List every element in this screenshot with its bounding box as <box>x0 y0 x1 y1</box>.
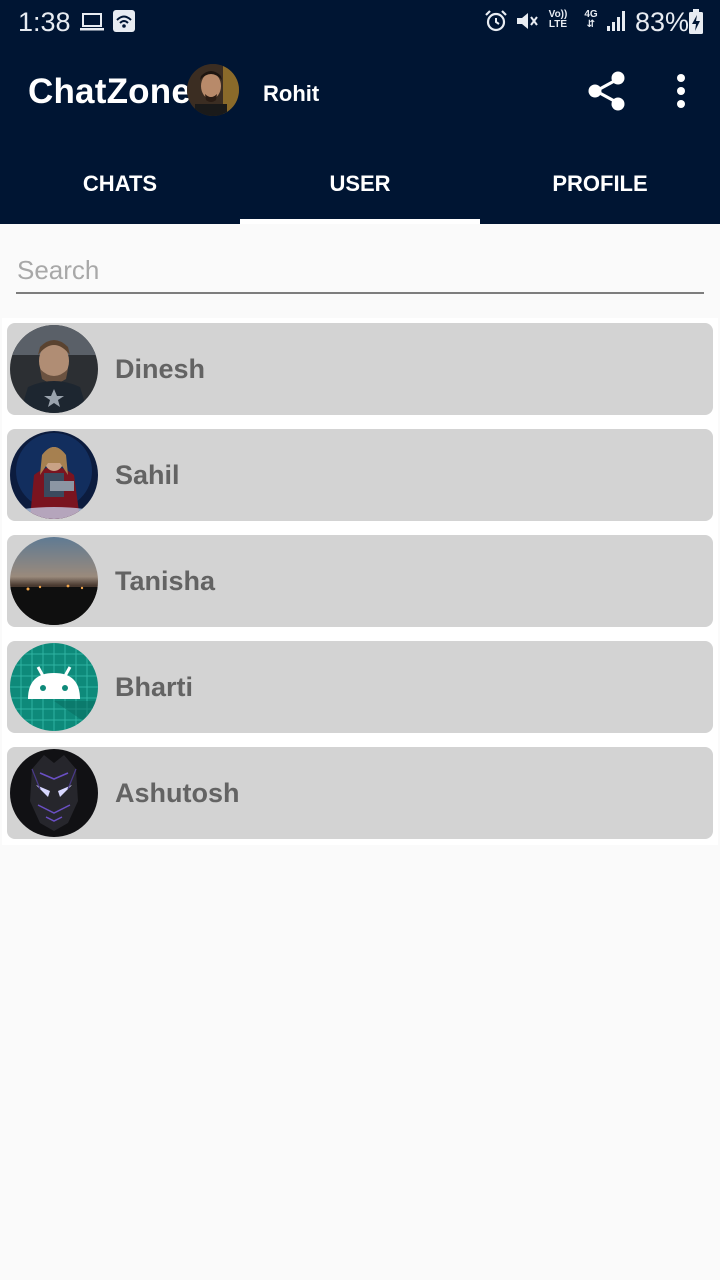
user-name: Dinesh <box>115 354 206 384</box>
network-type-indicator: 4G ⇵ <box>580 10 602 30</box>
app-title: ChatZone <box>28 72 191 111</box>
avatar-photo-icon <box>10 537 98 625</box>
avatar-photo-icon <box>10 325 98 413</box>
user-list-item[interactable]: Sahil <box>7 429 713 521</box>
volte-bottom-label: LTE <box>548 19 568 30</box>
user-list-item[interactable]: Tanisha <box>7 535 713 627</box>
user-name: Ashutosh <box>115 778 240 808</box>
android-robot-icon <box>10 643 98 731</box>
user-avatar <box>10 537 98 625</box>
search-field <box>16 250 704 294</box>
status-time: 1:38 <box>18 7 71 37</box>
alarm-icon <box>485 10 507 32</box>
mute-icon <box>517 13 538 29</box>
battery-percent: 83% <box>635 7 690 37</box>
more-vertical-icon <box>677 74 685 108</box>
user-photo-icon <box>187 64 239 116</box>
share-button[interactable] <box>584 68 630 114</box>
current-user-avatar[interactable] <box>187 64 239 116</box>
user-avatar <box>10 431 98 519</box>
app-bar: 1:38 Vo)) LTE 4G ⇵ 83% ChatZone Rohit CH… <box>0 0 720 224</box>
avatar-photo-icon <box>10 431 98 519</box>
user-avatar <box>10 643 98 731</box>
user-avatar <box>10 325 98 413</box>
laptop-icon <box>80 13 104 31</box>
tab-chats[interactable]: CHATS <box>0 144 240 224</box>
user-list-item[interactable]: Bharti <box>7 641 713 733</box>
current-user-name: Rohit <box>263 81 320 106</box>
avatar-photo-icon <box>10 749 98 837</box>
tab-profile[interactable]: PROFILE <box>480 144 720 224</box>
wifi-icon <box>113 10 135 32</box>
status-bar: 1:38 Vo)) LTE 4G ⇵ 83% <box>0 0 720 44</box>
data-arrows-icon: ⇵ <box>586 19 596 30</box>
tab-user[interactable]: USER <box>240 144 480 224</box>
volte-indicator: Vo)) LTE <box>546 10 570 30</box>
active-tab-indicator <box>240 219 480 224</box>
user-name: Sahil <box>115 460 180 490</box>
signal-icon <box>607 11 625 31</box>
user-avatar <box>10 749 98 837</box>
battery-charging-icon <box>689 9 703 34</box>
user-name: Bharti <box>115 672 194 702</box>
user-name: Tanisha <box>115 566 216 596</box>
search-input[interactable] <box>16 250 704 290</box>
overflow-menu-button[interactable] <box>666 70 696 112</box>
user-list-item[interactable]: Dinesh <box>7 323 713 415</box>
user-list: Dinesh Sahil Tanisha Bharti Ashutosh <box>2 318 718 845</box>
share-icon <box>588 71 625 111</box>
user-list-item[interactable]: Ashutosh <box>7 747 713 839</box>
